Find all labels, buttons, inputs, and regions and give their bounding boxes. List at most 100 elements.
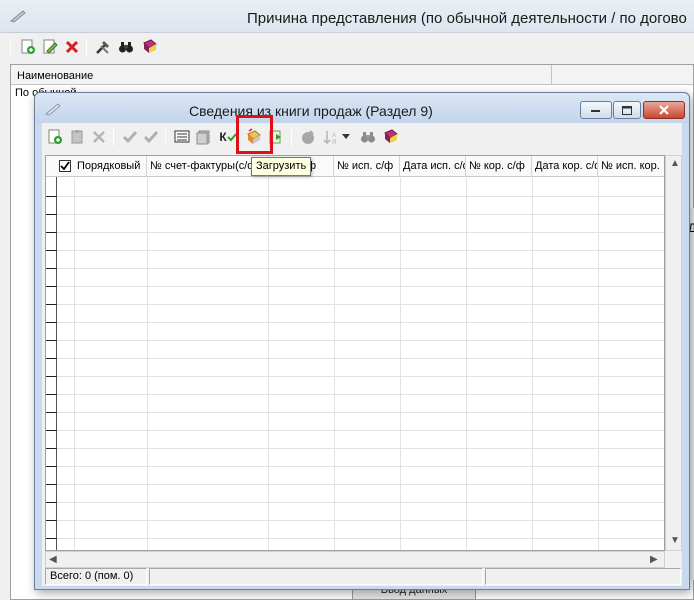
- add-icon[interactable]: [45, 127, 65, 147]
- load-button-highlight: [236, 115, 273, 154]
- close-button[interactable]: [643, 101, 685, 119]
- status-bar: Всего: 0 (пом. 0): [45, 566, 682, 585]
- checkmark-icon: [60, 161, 70, 171]
- dropdown-arrow-icon[interactable]: [340, 127, 352, 147]
- pages-icon[interactable]: [194, 127, 214, 147]
- row-indicator-line: [46, 268, 57, 269]
- binoculars-icon[interactable]: [358, 127, 378, 147]
- check-all-icon[interactable]: [141, 127, 161, 147]
- grid-row-line: [46, 430, 664, 431]
- grid-row-line: [46, 322, 664, 323]
- svg-text:Я: Я: [332, 140, 336, 145]
- grid-column-line: [532, 178, 533, 550]
- background-grid-header: Наименование: [11, 65, 693, 85]
- grid-row-line: [46, 340, 664, 341]
- row-indicator-line: [46, 448, 57, 449]
- grid-row-line: [46, 232, 664, 233]
- book-icon[interactable]: [381, 127, 401, 147]
- grid-column-line: [598, 178, 599, 550]
- app-feather-icon: [9, 9, 26, 26]
- dialog-titlebar[interactable]: Сведения из книги продаж (Раздел 9): [35, 93, 689, 123]
- minimize-icon: [591, 110, 600, 112]
- row-indicator-line: [46, 430, 57, 431]
- row-indicator-line: [46, 538, 57, 539]
- grid-column-line: [268, 178, 269, 550]
- grid-row-line: [46, 304, 664, 305]
- maximize-button[interactable]: [613, 101, 641, 119]
- grid-column-line: [466, 178, 467, 550]
- grid-row-line: [46, 520, 664, 521]
- grid-column-line: [334, 178, 335, 550]
- maximize-icon: [622, 105, 632, 115]
- grid-row-line: [46, 448, 664, 449]
- row-indicator-line: [46, 286, 57, 287]
- row-indicator-line: [46, 232, 57, 233]
- edit-icon[interactable]: [40, 37, 60, 57]
- book-icon[interactable]: [140, 37, 160, 57]
- calculator-icon[interactable]: [172, 127, 192, 147]
- status-total-count: Всего: 0 (пом. 0): [45, 568, 147, 585]
- row-indicator-line: [46, 250, 57, 251]
- row-indicator-line: [46, 214, 57, 215]
- k-check-label: К: [219, 130, 227, 144]
- grid-row-line: [46, 502, 664, 503]
- column-header-correction-date[interactable]: Дата исп. с/ф: [400, 156, 466, 177]
- toolbar-separator: [113, 129, 114, 146]
- background-window-title: Причина представления (по обычной деятел…: [247, 10, 687, 27]
- scroll-left-icon[interactable]: ◀: [49, 554, 57, 565]
- grid-row-line: [46, 196, 664, 197]
- status-cell-3: [485, 568, 681, 585]
- background-toolbar: [0, 33, 694, 60]
- grid-row-line: [46, 214, 664, 215]
- delete-icon[interactable]: [89, 127, 109, 147]
- close-icon: [659, 105, 669, 115]
- column-header-adjustment-number[interactable]: № кор. с/ф: [466, 156, 532, 177]
- add-icon[interactable]: [18, 37, 38, 57]
- toolbar-separator: [291, 129, 292, 146]
- tools-icon[interactable]: [93, 37, 113, 57]
- minimize-button[interactable]: [580, 101, 612, 119]
- sales-book-dialog: Сведения из книги продаж (Раздел 9) К A …: [34, 92, 690, 590]
- toolbar-separator: [10, 39, 11, 56]
- dialog-title: Сведения из книги продаж (Раздел 9): [189, 103, 433, 119]
- copy-icon[interactable]: [67, 127, 87, 147]
- column-header-name[interactable]: Наименование: [17, 70, 93, 82]
- row-indicator-line: [46, 376, 57, 377]
- grid-row-line: [46, 250, 664, 251]
- scroll-up-icon[interactable]: ▲: [670, 158, 680, 169]
- row-indicator-line: [46, 520, 57, 521]
- grid-row-line: [46, 538, 664, 539]
- row-indicator-line: [46, 196, 57, 197]
- row-indicator-line: [46, 502, 57, 503]
- row-indicator-line: [46, 394, 57, 395]
- column-header-serial[interactable]: Порядковый: [74, 156, 147, 177]
- sort-icon[interactable]: AЯ: [321, 127, 341, 147]
- background-titlebar: Причина представления (по обычной деятел…: [0, 0, 694, 33]
- check-icon[interactable]: [120, 127, 140, 147]
- grid-column-line: [74, 178, 75, 550]
- vertical-scrollbar[interactable]: ▲ ▼: [665, 155, 682, 551]
- grid-column-line: [147, 178, 148, 550]
- select-all-checkbox[interactable]: [59, 160, 71, 172]
- app-feather-icon: [44, 102, 61, 119]
- sales-book-grid[interactable]: Порядковый № счет-фактуры(с/ф) Дата с/ф …: [45, 155, 665, 551]
- column-header-correction-number[interactable]: № исп. с/ф: [334, 156, 400, 177]
- grid-row-line: [46, 412, 664, 413]
- svg-text:A: A: [332, 133, 336, 139]
- dialog-body: К AЯ Порядковый № счет-фактуры(с/ф) № ис…: [42, 123, 682, 586]
- grid-column-line: [400, 178, 401, 550]
- grid-rows[interactable]: [46, 178, 664, 550]
- binoculars-icon[interactable]: [116, 37, 136, 57]
- dialog-toolbar: К AЯ: [42, 123, 682, 151]
- row-indicator-line: [46, 412, 57, 413]
- column-header-adjustment-correction-number[interactable]: № исп. кор.: [598, 156, 664, 177]
- toolbar-separator: [86, 39, 87, 56]
- scroll-down-icon[interactable]: ▼: [670, 535, 680, 546]
- row-indicator-line: [46, 322, 57, 323]
- column-header-invoice-number[interactable]: № счет-фактуры(с/ф): [147, 156, 268, 177]
- delete-icon[interactable]: [62, 37, 82, 57]
- column-header-adjustment-date[interactable]: Дата кор. с/ф: [532, 156, 598, 177]
- scroll-right-icon[interactable]: ▶: [650, 554, 658, 565]
- status-cell-2: [149, 568, 483, 585]
- clear-icon[interactable]: [298, 127, 318, 147]
